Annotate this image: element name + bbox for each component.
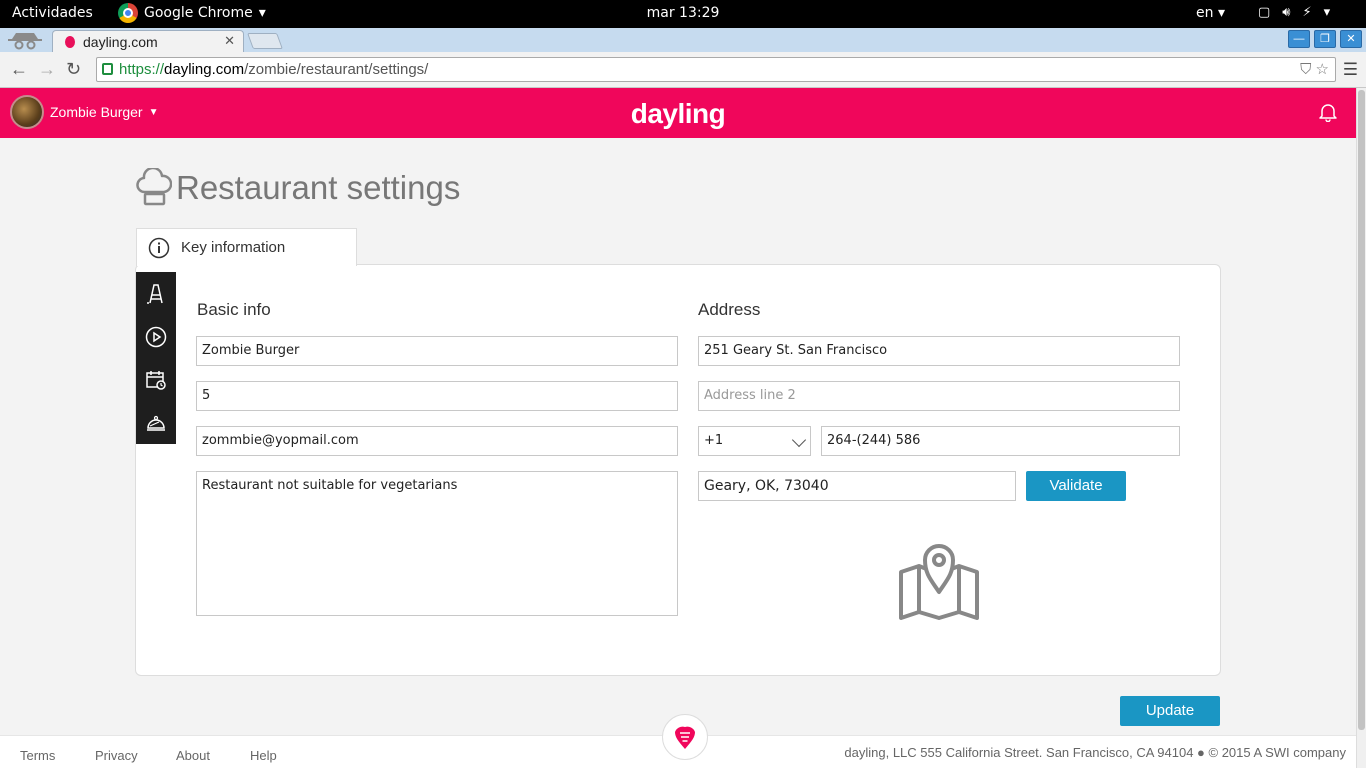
validate-button[interactable]: Validate [1026,471,1126,501]
app-header: Zombie Burger ▼ dayling [0,88,1356,138]
maximize-button[interactable]: ❐ [1314,30,1336,48]
forward-arrow-icon[interactable]: → [38,59,56,80]
browser-tab[interactable]: dayling.com ✕ [52,30,244,52]
address-line2-field[interactable]: Address line 2 [698,381,1180,411]
chevron-down-icon [791,432,807,448]
tab-key-information[interactable]: Key information [136,228,357,266]
terms-link[interactable]: Terms [20,748,55,763]
basic-info-title: Basic info [197,300,271,319]
url-scheme: https:// [119,61,165,78]
calendar-clock-icon [146,370,166,390]
dayling-favicon-icon [65,35,75,48]
bell-icon[interactable] [1318,102,1338,122]
minimize-button[interactable]: — [1288,30,1310,48]
window-icon: ▢ [1258,5,1271,20]
food-cloche-icon [147,415,165,431]
map-pin-icon [899,544,979,620]
chevron-down-icon: ▾ [1323,5,1331,20]
page-title-text: Restaurant settings [176,169,461,206]
shield-icon[interactable]: ⛉ [1300,61,1311,78]
tab-title: dayling.com [83,33,158,50]
copyright-text: dayling, LLC 555 California Street. San … [844,745,1346,760]
dayling-badge[interactable] [662,714,708,760]
page-title: Restaurant settings [136,168,460,208]
help-link[interactable]: Help [250,748,277,763]
close-window-button[interactable]: ✕ [1340,30,1362,48]
scrollbar-thumb[interactable] [1358,90,1365,730]
clock[interactable]: mar 13:29 [0,5,1366,21]
tab-service[interactable] [136,401,176,444]
restaurant-name-field[interactable]: Zombie Burger [196,336,678,366]
url-host: dayling.com [164,61,245,78]
info-icon [137,237,181,259]
address-title: Address [698,300,761,319]
description-textarea[interactable]: Restaurant not suitable for vegetarians [196,471,678,616]
vertical-scrollbar[interactable] [1356,88,1366,768]
incognito-icon [8,33,42,50]
lock-icon [102,63,113,75]
tab-schedule[interactable] [136,358,176,401]
city-state-zip-field[interactable]: Geary, OK, 73040 [698,471,1016,501]
system-top-bar: Actividades Google Chrome ▾ mar 13:29 en… [0,0,1366,28]
language-label: en [1196,5,1214,21]
phone-field[interactable]: 264-(244) 586 [821,426,1180,456]
address-line1-field[interactable]: 251 Geary St. San Francisco [698,336,1180,366]
back-arrow-icon[interactable]: ← [10,59,28,80]
email-field[interactable]: zommbie@yopmail.com [196,426,678,456]
url-path: /zombie/restaurant/settings/ [244,61,429,78]
dayling-logo[interactable]: dayling [0,98,1356,130]
volume-icon: 🔊︎ [1282,5,1291,20]
battery-icon: ⚡︎ [1302,5,1312,20]
easel-sign-icon [147,283,163,304]
settings-side-tabs [136,272,176,444]
system-tray[interactable]: ▢ 🔊︎ ⚡︎ ▾ [1258,5,1330,20]
update-button[interactable]: Update [1120,696,1220,726]
tab-media[interactable] [136,315,176,358]
dayling-heart-icon [675,726,695,749]
capacity-field[interactable]: 5 [196,381,678,411]
privacy-link[interactable]: Privacy [95,748,138,763]
address-bar[interactable]: https://dayling.com/zombie/restaurant/se… [96,57,1336,82]
browser-tabstrip: dayling.com ✕ — ❐ ✕ [0,28,1366,52]
play-circle-icon [145,326,167,347]
about-link[interactable]: About [176,748,210,763]
language-menu[interactable]: en ▾ [1196,5,1225,21]
tab-menu[interactable] [136,272,176,315]
country-code-value: +1 [704,433,724,448]
new-tab-button[interactable] [247,33,283,49]
country-code-select[interactable]: +1 [698,426,811,456]
browser-toolbar: ← → ↻ https://dayling.com/zombie/restaur… [0,52,1366,88]
star-icon[interactable]: ☆ [1316,61,1329,78]
hamburger-menu-icon[interactable]: ☰ [1343,60,1358,80]
reload-icon[interactable]: ↻ [66,59,81,80]
chef-hat-icon [136,168,172,206]
close-icon[interactable]: ✕ [224,33,235,49]
tab-label: Key information [181,239,286,256]
